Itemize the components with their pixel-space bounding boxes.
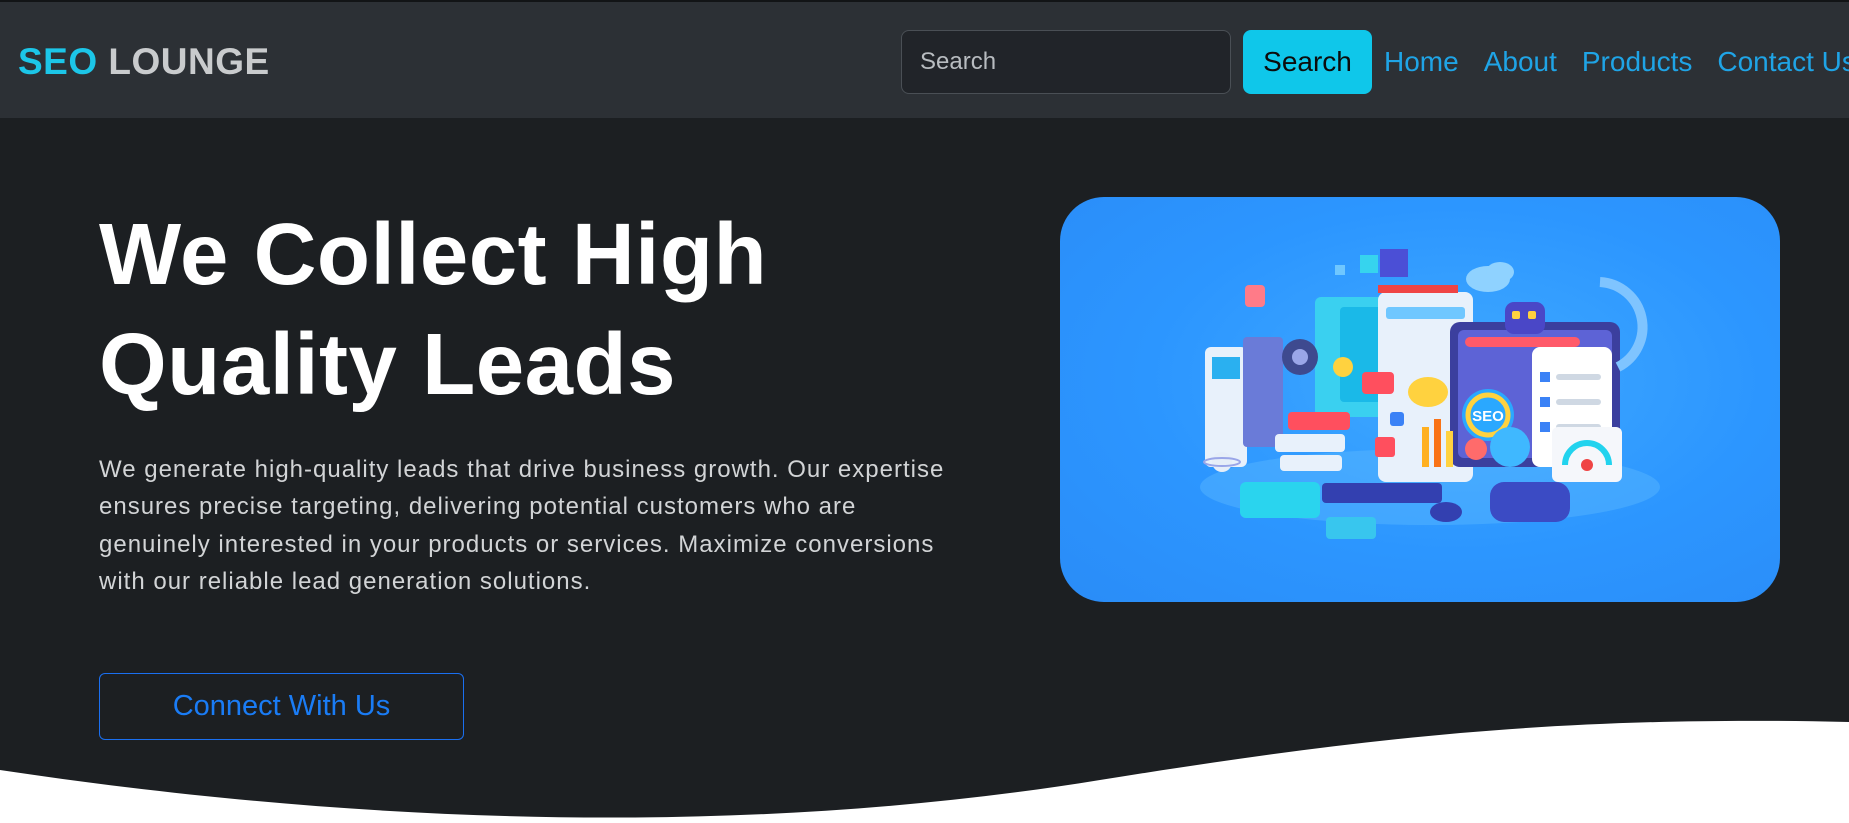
nav-link-products[interactable]: Products bbox=[1582, 44, 1693, 80]
brand-seo: SEO bbox=[18, 41, 98, 82]
search-button[interactable]: Search bbox=[1243, 30, 1372, 94]
nav-links: Home About Products Contact Us bbox=[1384, 44, 1849, 80]
hero-description: We generate high-quality leads that driv… bbox=[99, 456, 945, 595]
nav-link-home[interactable]: Home bbox=[1384, 44, 1459, 80]
seo-illustration-art: SEO bbox=[1200, 249, 1660, 539]
nav-link-about[interactable]: About bbox=[1484, 44, 1557, 80]
navbar: SEO LOUNGE Search Home About Products Co… bbox=[0, 0, 1849, 118]
bottom-wave bbox=[0, 720, 1849, 823]
hero-title: We Collect High Quality Leads bbox=[99, 206, 768, 413]
seo-illustration: SEO bbox=[1060, 197, 1780, 602]
brand-logo[interactable]: SEO LOUNGE bbox=[18, 40, 270, 84]
search-input[interactable] bbox=[901, 30, 1231, 94]
brand-lounge: LOUNGE bbox=[108, 41, 270, 82]
page: SEO LOUNGE Search Home About Products Co… bbox=[0, 0, 1849, 823]
seo-dial-text: SEO bbox=[1472, 408, 1504, 425]
nav-link-contact[interactable]: Contact Us bbox=[1717, 44, 1849, 80]
